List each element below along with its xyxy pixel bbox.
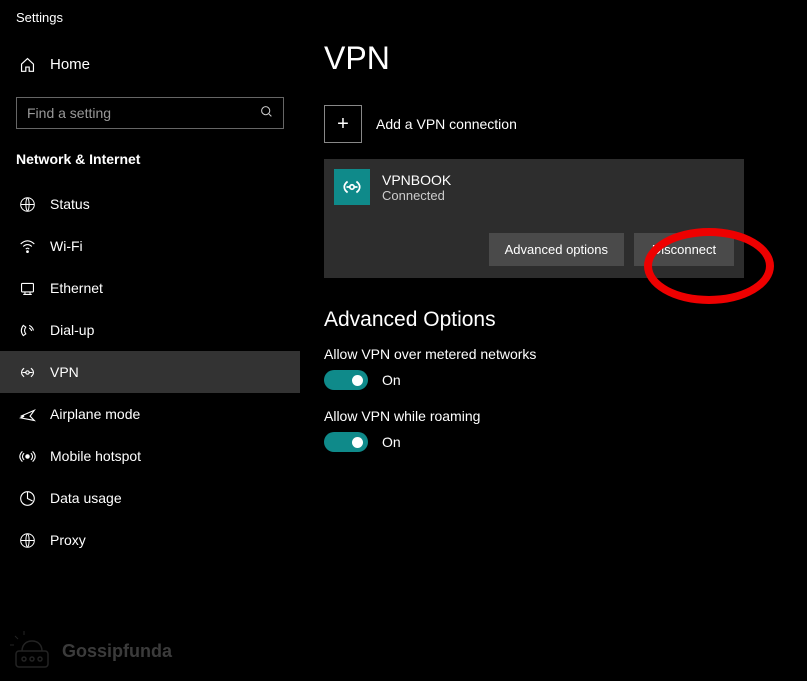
toggle-state: On — [382, 434, 401, 450]
sidebar-item-label: Data usage — [50, 490, 122, 506]
app-title: Settings — [0, 0, 300, 33]
toggle-state: On — [382, 372, 401, 388]
category-title: Network & Internet — [0, 145, 300, 183]
toggle-roaming-switch[interactable] — [324, 432, 368, 452]
plus-icon: + — [324, 105, 362, 143]
sidebar-item-label: Airplane mode — [50, 406, 140, 422]
advanced-options-button[interactable]: Advanced options — [489, 233, 624, 266]
home-icon — [18, 55, 36, 73]
advanced-options-heading: Advanced Options — [324, 308, 787, 332]
add-vpn-label: Add a VPN connection — [376, 116, 517, 132]
main-panel: VPN + Add a VPN connection VPNBOOK Conne… — [300, 0, 807, 681]
sidebar-item-label: VPN — [50, 364, 79, 380]
sidebar-item-label: Wi-Fi — [50, 238, 83, 254]
search-input[interactable] — [27, 105, 260, 121]
search-icon — [260, 105, 273, 121]
connection-status: Connected — [382, 188, 451, 203]
sidebar-item-hotspot[interactable]: Mobile hotspot — [0, 435, 300, 477]
vpn-connection-card[interactable]: VPNBOOK Connected Advanced options Disco… — [324, 159, 744, 278]
home-button[interactable]: Home — [0, 45, 300, 83]
connection-name: VPNBOOK — [382, 172, 451, 188]
hotspot-icon — [18, 447, 36, 465]
sidebar-item-label: Mobile hotspot — [50, 448, 141, 464]
airplane-icon — [18, 405, 36, 423]
search-input-wrap[interactable] — [16, 97, 284, 129]
add-vpn-button[interactable]: + Add a VPN connection — [324, 105, 787, 143]
ethernet-icon — [18, 279, 36, 297]
watermark-text: Gossipfunda — [62, 641, 172, 662]
sidebar-item-ethernet[interactable]: Ethernet — [0, 267, 300, 309]
page-title: VPN — [324, 40, 787, 77]
toggle-roaming: Allow VPN while roaming On — [324, 408, 787, 452]
sidebar-item-vpn[interactable]: VPN — [0, 351, 300, 393]
sidebar-item-status[interactable]: Status — [0, 183, 300, 225]
disconnect-button[interactable]: Disconnect — [634, 233, 734, 266]
proxy-icon — [18, 531, 36, 549]
toggle-metered-switch[interactable] — [324, 370, 368, 390]
sidebar-item-label: Proxy — [50, 532, 86, 548]
sidebar-item-wifi[interactable]: Wi-Fi — [0, 225, 300, 267]
watermark: Gossipfunda — [10, 631, 172, 671]
vpn-icon — [18, 363, 36, 381]
datausage-icon — [18, 489, 36, 507]
status-icon — [18, 195, 36, 213]
toggle-label: Allow VPN while roaming — [324, 408, 787, 424]
sidebar-item-airplane[interactable]: Airplane mode — [0, 393, 300, 435]
sidebar-item-label: Dial-up — [50, 322, 94, 338]
wifi-icon — [18, 237, 36, 255]
settings-sidebar: Settings Home Network & Internet — [0, 0, 300, 681]
toggle-metered: Allow VPN over metered networks On — [324, 346, 787, 390]
dialup-icon — [18, 321, 36, 339]
vpn-connection-icon — [334, 169, 370, 205]
home-label: Home — [50, 56, 90, 73]
toggle-label: Allow VPN over metered networks — [324, 346, 787, 362]
sidebar-item-datausage[interactable]: Data usage — [0, 477, 300, 519]
sidebar-item-dialup[interactable]: Dial-up — [0, 309, 300, 351]
sidebar-item-label: Ethernet — [50, 280, 103, 296]
sidebar-item-proxy[interactable]: Proxy — [0, 519, 300, 561]
sidebar-item-label: Status — [50, 196, 90, 212]
